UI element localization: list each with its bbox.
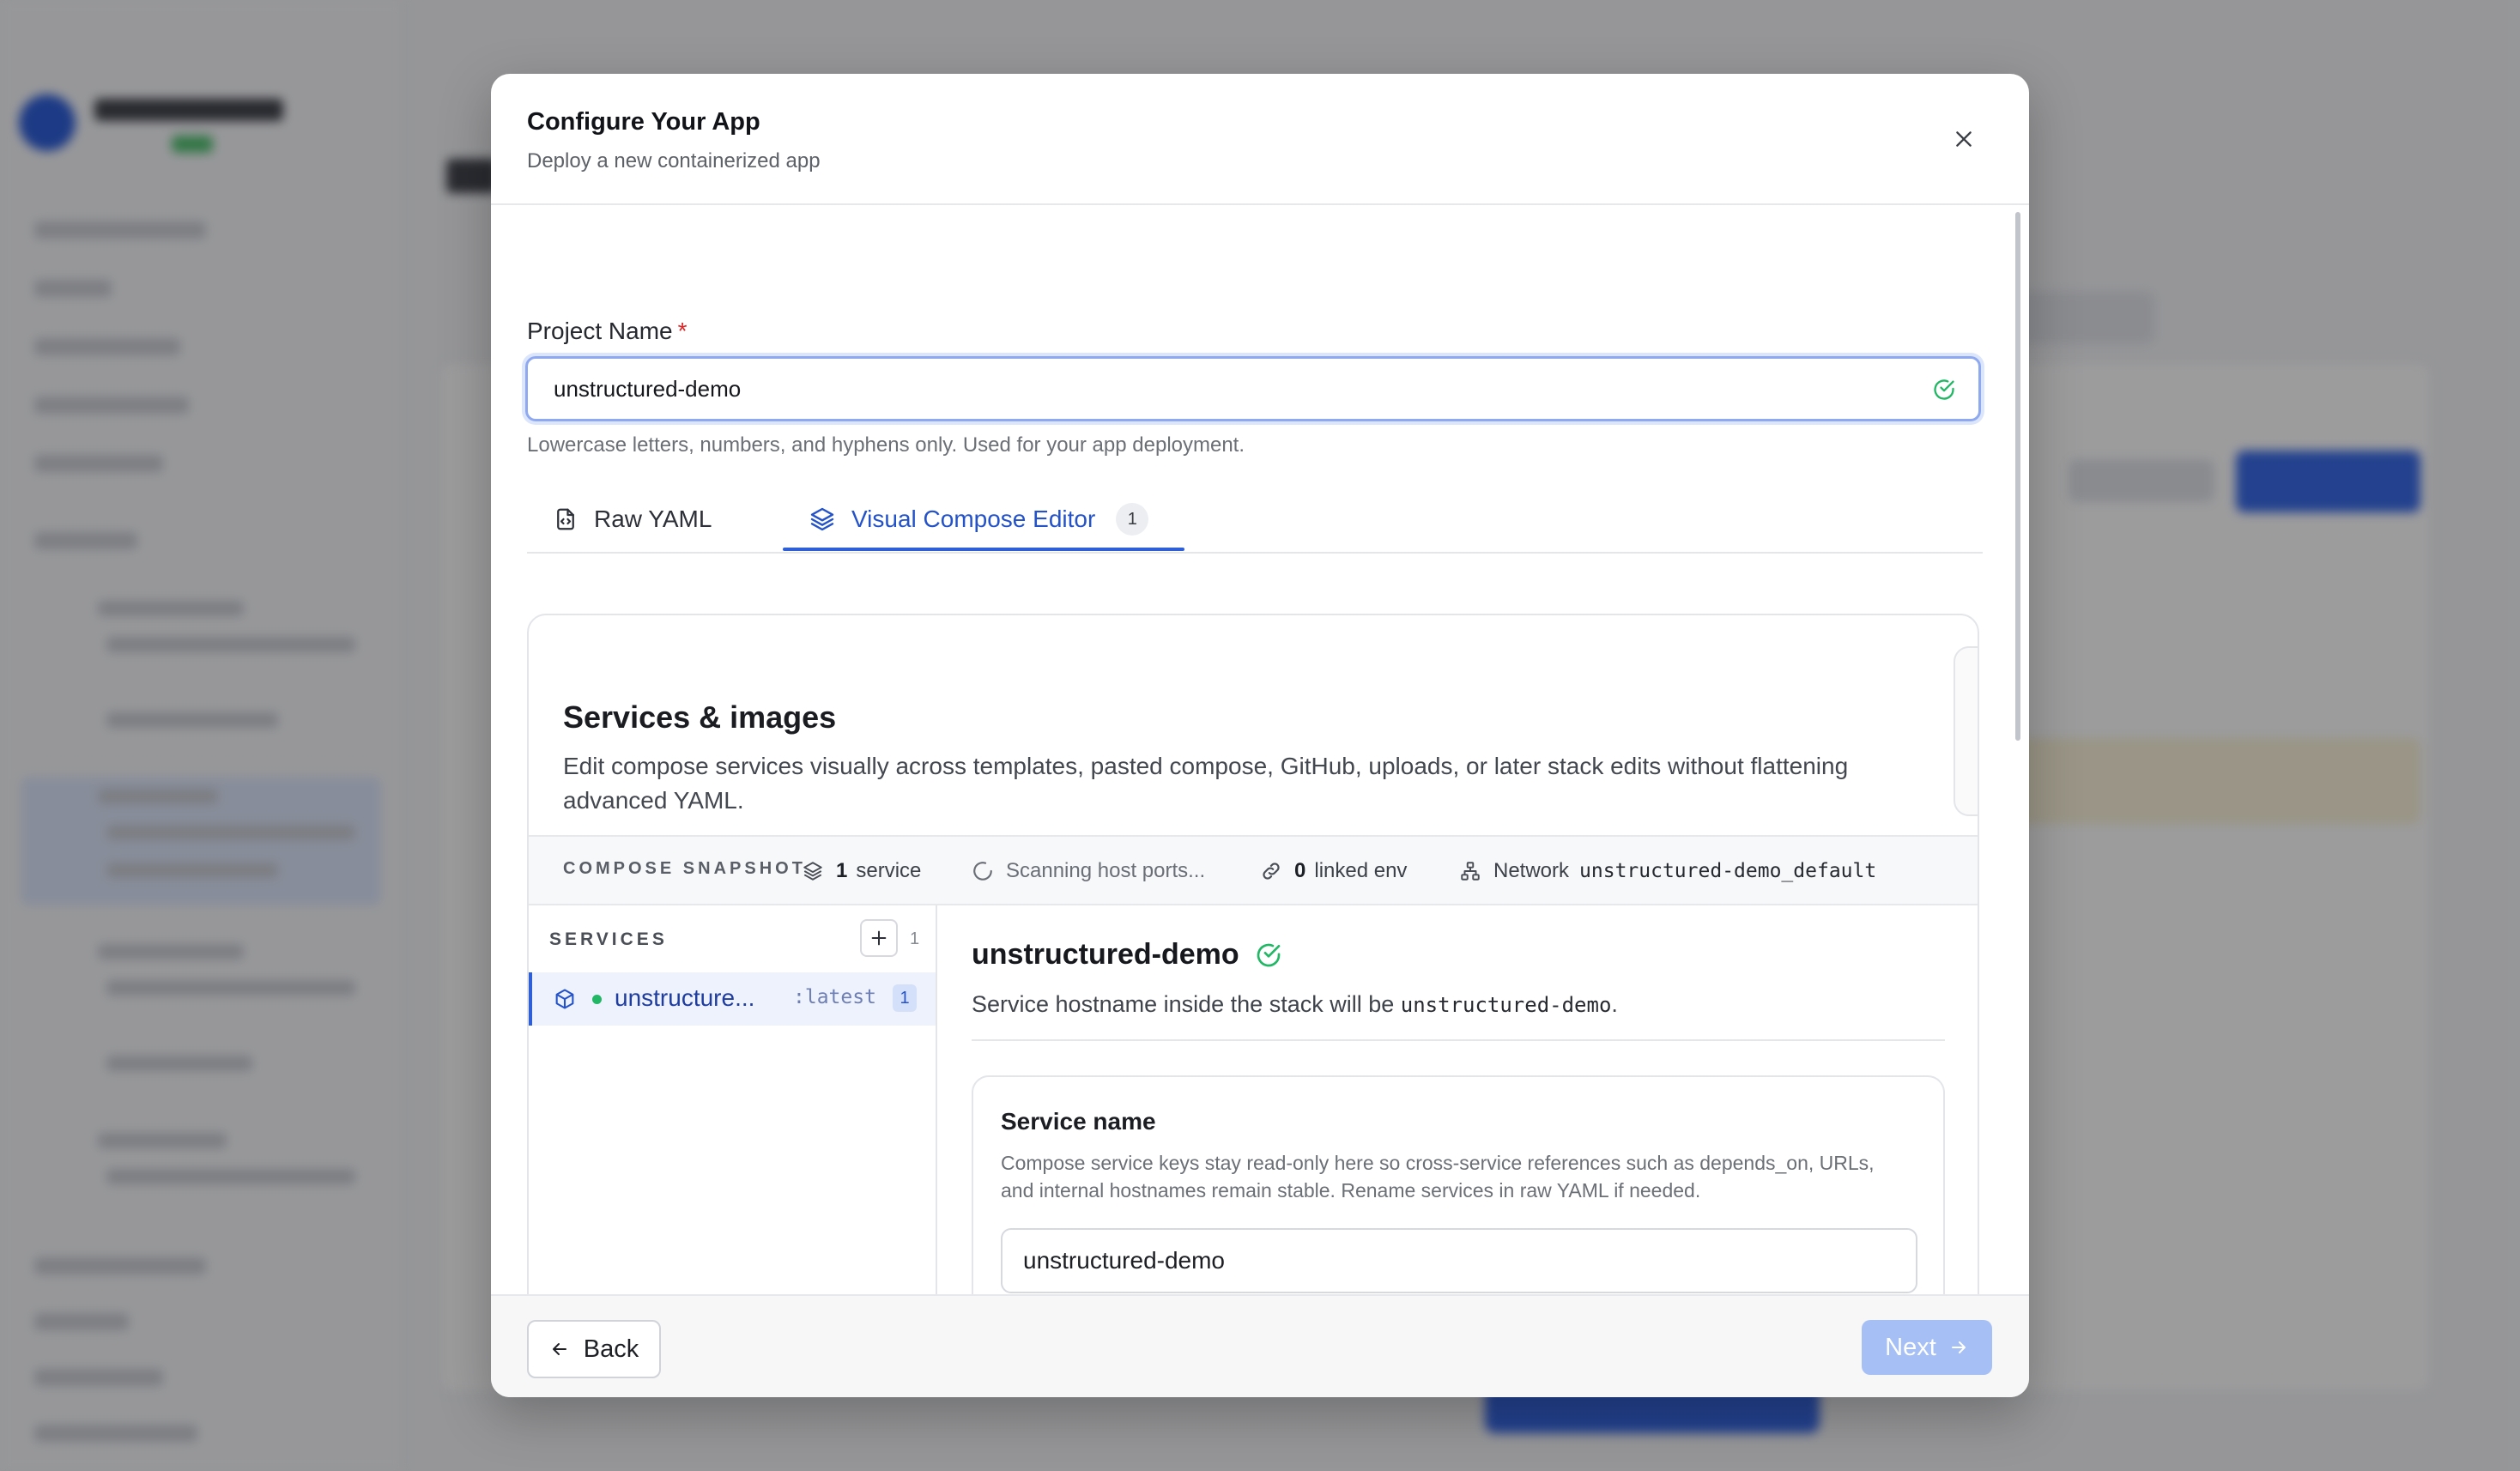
box-icon xyxy=(555,989,574,1009)
tab-visual-compose-editor-label: Visual Compose Editor xyxy=(851,505,1096,532)
project-name-hint: Lowercase letters, numbers, and hyphens … xyxy=(527,433,1245,457)
snapshot-network-label: Network xyxy=(1493,859,1570,882)
snapshot-services-count: 1 xyxy=(836,859,848,882)
tab-count-badge: 1 xyxy=(1116,503,1149,536)
editor-description: Edit compose services visually across te… xyxy=(563,753,1849,814)
next-button[interactable]: Next xyxy=(1862,1320,1992,1375)
tab-raw-yaml[interactable]: Raw YAML xyxy=(527,488,759,550)
services-label: SERVICES xyxy=(549,929,668,949)
snapshot-network-name: unstructured-demo_default xyxy=(1579,860,1877,882)
service-status-dot xyxy=(592,995,602,1004)
configure-app-modal: Configure Your App Deploy a new containe… xyxy=(491,74,2029,1397)
check-circle-icon xyxy=(1934,379,1954,400)
snapshot-network: Network unstructured-demo_default xyxy=(1459,856,1876,887)
divider xyxy=(972,1039,1945,1041)
snapshot-env-word: linked env xyxy=(1314,859,1408,882)
layers-icon xyxy=(810,507,834,531)
service-name-help: Compose service keys stay read-only here… xyxy=(1001,1152,1875,1202)
snapshot-services-word: service xyxy=(856,859,922,882)
add-service-button[interactable] xyxy=(860,919,898,957)
network-icon xyxy=(1461,862,1480,881)
arrow-left-icon xyxy=(552,1343,566,1355)
service-name-title: Service name xyxy=(1001,1108,1156,1135)
editor-title: Services & images xyxy=(563,699,837,735)
spinner-icon xyxy=(973,862,992,881)
modal-body[interactable]: Project Name* Lowercase letters, numbers… xyxy=(491,205,2029,1368)
active-tab-indicator xyxy=(783,548,1184,551)
snapshot-ports: Scanning host ports... xyxy=(972,856,1205,887)
layers-icon xyxy=(803,862,822,881)
visual-compose-editor-panel: Services & images Edit compose services … xyxy=(527,614,1979,1368)
snapshot-ports-status: Scanning host ports... xyxy=(1006,859,1206,882)
project-name-field[interactable] xyxy=(525,356,1981,421)
snapshot-services: 1 service xyxy=(802,856,921,887)
file-code-icon xyxy=(557,508,574,530)
close-icon xyxy=(1956,131,1972,147)
tab-raw-yaml-label: Raw YAML xyxy=(594,505,712,532)
service-detail-title: unstructured-demo xyxy=(972,938,1282,972)
service-item-name: unstructure... xyxy=(615,984,755,1011)
link-icon xyxy=(1263,863,1280,880)
service-hostname: unstructured-demo xyxy=(1400,993,1612,1017)
close-button[interactable] xyxy=(1943,118,1984,160)
scrollbar-thumb[interactable] xyxy=(2015,212,2020,741)
modal-footer: Back Next xyxy=(491,1294,2029,1397)
plus-icon xyxy=(871,930,887,946)
service-hostname-text: Service hostname inside the stack will b… xyxy=(972,991,1618,1017)
services-count: 1 xyxy=(910,929,920,948)
modal-header: Configure Your App Deploy a new containe… xyxy=(491,74,2029,205)
snapshot-env-count: 0 xyxy=(1294,859,1306,882)
compose-snapshot-bar: COMPOSE SNAPSHOT 1 service Scanning host… xyxy=(529,835,1978,905)
snapshot-env: 0 linked env xyxy=(1260,856,1407,887)
editor-side-scroller[interactable] xyxy=(1954,646,1978,816)
modal-title: Configure Your App xyxy=(527,108,760,136)
tab-visual-compose-editor[interactable]: Visual Compose Editor 1 xyxy=(783,488,1184,550)
arrow-right-icon xyxy=(1951,1341,1966,1353)
compose-snapshot-label: COMPOSE SNAPSHOT xyxy=(563,859,806,878)
service-list-item[interactable]: unstructure... :latest 1 xyxy=(529,972,936,1026)
required-marker: * xyxy=(677,318,688,344)
editor-tabs: Raw YAML Visual Compose Editor 1 xyxy=(527,488,1983,554)
service-name-input[interactable] xyxy=(1001,1228,1917,1293)
project-name-label: Project Name * xyxy=(527,318,688,344)
service-item-badge: 1 xyxy=(893,984,917,1012)
service-item-tag: :latest xyxy=(793,986,876,1008)
back-button[interactable]: Back xyxy=(527,1320,661,1378)
service-name-card: Service name Compose service keys stay r… xyxy=(972,1075,1945,1323)
modal-subtitle: Deploy a new containerized app xyxy=(527,149,821,173)
project-name-input[interactable] xyxy=(528,359,1978,419)
check-circle-icon xyxy=(1257,943,1281,966)
